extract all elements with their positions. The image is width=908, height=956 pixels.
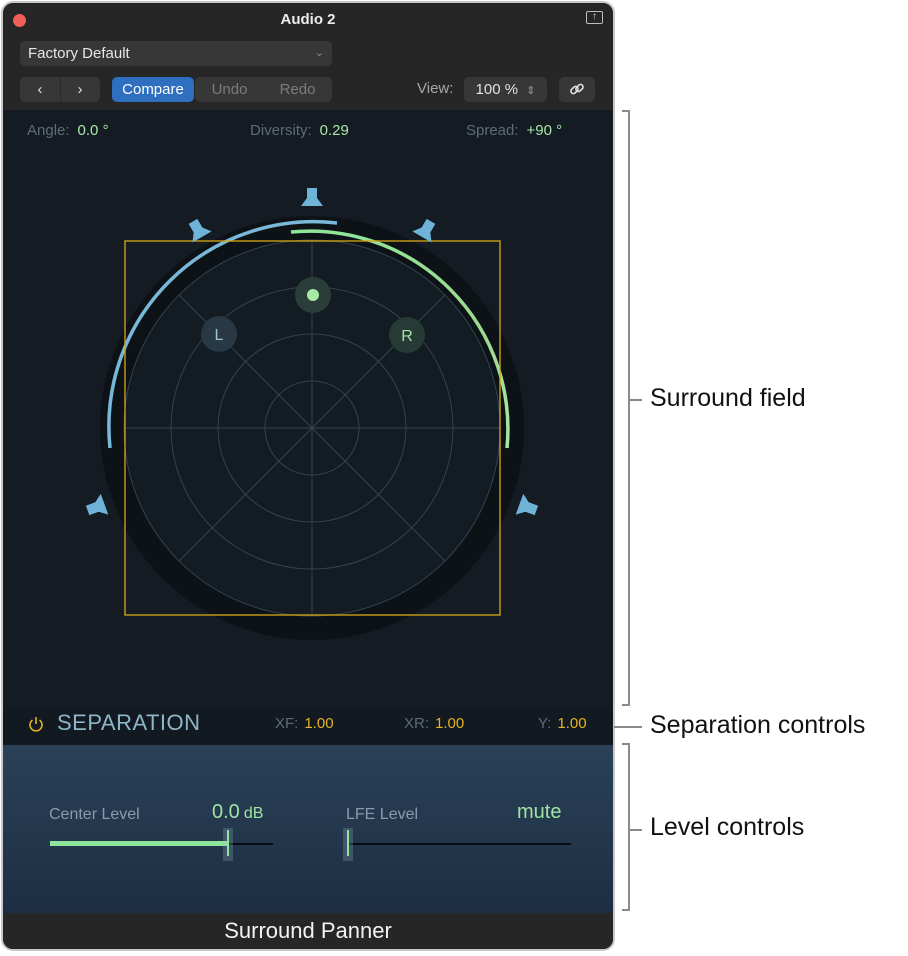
speaker-center-icon (301, 188, 323, 206)
center-level-handle[interactable] (223, 828, 234, 861)
y-param[interactable]: Y: 1.00 (538, 715, 587, 732)
view-value: 100 % (475, 81, 519, 98)
channel-r-label: R (401, 328, 413, 345)
callout-separation-controls: Separation controls (650, 711, 866, 739)
separation-controls: SEPARATION XF: 1.00 XR: 1.00 Y: 1.00 (3, 707, 613, 745)
xr-param[interactable]: XR: 1.00 (404, 715, 464, 732)
separation-title: SEPARATION (57, 710, 201, 735)
surround-field-bracket (622, 110, 630, 706)
callout-tick (630, 399, 642, 401)
center-level-value: 0.0 (212, 801, 240, 823)
surround-panel: Angle: 0.0 ° Diversity: 0.29 Spread: +90 ° (3, 110, 613, 745)
callout-surround-field: Surround field (650, 384, 806, 412)
xr-label: XR: (404, 715, 430, 732)
view-zoom-select[interactable]: 100 % ⇕ (464, 77, 547, 102)
preset-nav: ‹ › (20, 77, 100, 102)
chevron-down-icon: ⌄ (314, 47, 324, 59)
speaker-left-surround-icon (85, 493, 109, 516)
chevron-right-icon[interactable]: › (60, 77, 100, 102)
undo-redo-group: Undo Redo (195, 77, 332, 102)
xf-value[interactable]: 1.00 (304, 715, 333, 732)
callout-tick (614, 726, 642, 728)
compare-button[interactable]: Compare (112, 77, 194, 102)
undo-button[interactable]: Undo (196, 77, 264, 102)
speaker-right-icon (412, 218, 436, 243)
view-label: View: (417, 80, 454, 97)
callout-level-controls: Level controls (650, 813, 805, 841)
lfe-level-value[interactable]: mute (517, 801, 561, 824)
power-icon[interactable] (27, 715, 45, 733)
y-label: Y: (538, 715, 552, 732)
channel-l-label: L (215, 327, 224, 344)
level-controls: Center Level 0.0 dB LFE Level mute (3, 745, 613, 913)
speaker-right-surround-icon (515, 493, 539, 516)
plugin-window: Audio 2 ↑ Factory Default ⌄ ‹ › Compare U… (1, 1, 615, 951)
detach-icon[interactable]: ↑ (586, 11, 603, 24)
callout-tick (630, 829, 642, 831)
lfe-level-label: LFE Level (346, 806, 419, 823)
window-title: Audio 2 (280, 11, 336, 28)
xf-param[interactable]: XF: 1.00 (275, 715, 334, 732)
title-bar: Audio 2 ↑ (3, 3, 613, 37)
center-level-unit: dB (243, 805, 264, 822)
xf-label: XF: (275, 715, 299, 732)
divider (60, 77, 61, 102)
lfe-level-slider[interactable] (348, 843, 571, 845)
preset-value: Factory Default (28, 45, 130, 62)
xr-value[interactable]: 1.00 (435, 715, 464, 732)
stepper-icon: ⇕ (526, 85, 536, 97)
speaker-left-icon (188, 218, 212, 243)
center-level-readout[interactable]: 0.0 dB (212, 801, 263, 824)
link-icon (570, 83, 584, 95)
lfe-level-handle[interactable] (343, 828, 353, 861)
preset-dropdown[interactable]: Factory Default ⌄ (20, 41, 332, 66)
center-level-fill (50, 841, 229, 846)
chevron-left-icon[interactable]: ‹ (20, 77, 60, 102)
pan-puck[interactable] (307, 289, 319, 301)
surround-field[interactable]: L R (3, 110, 613, 710)
center-level-label: Center Level (49, 806, 140, 823)
link-button[interactable] (559, 77, 595, 102)
plugin-name-footer: Surround Panner (3, 913, 613, 949)
y-value[interactable]: 1.00 (557, 715, 586, 732)
level-controls-bracket (622, 743, 630, 911)
redo-button[interactable]: Redo (264, 77, 332, 102)
